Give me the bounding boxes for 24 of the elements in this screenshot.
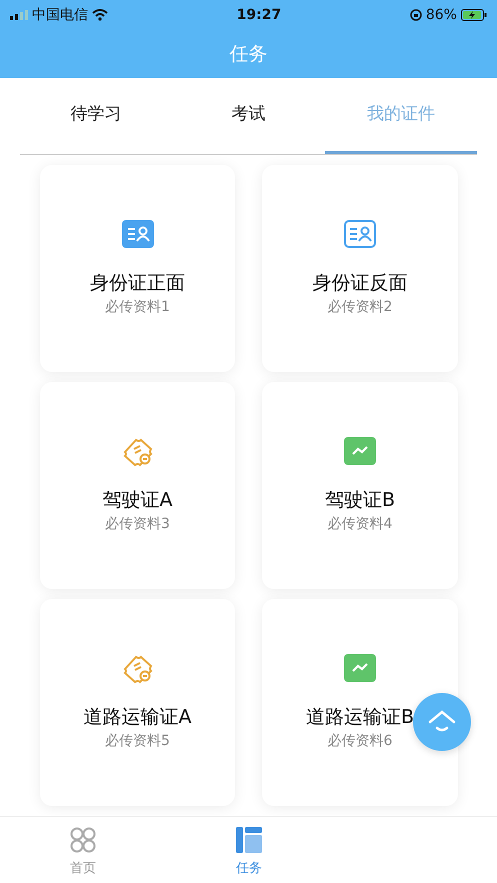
card-title: 身份证反面	[312, 272, 408, 295]
card-subtitle: 必传资料5	[105, 732, 170, 751]
card-subtitle: 必传资料1	[105, 298, 170, 317]
card-subtitle: 必传资料3	[105, 514, 170, 534]
card-subtitle: 必传资料2	[328, 298, 392, 317]
card-title: 驾驶证A	[102, 489, 172, 512]
battery-percent: 86%	[426, 6, 457, 24]
card-title: 身份证正面	[90, 272, 185, 295]
document-card[interactable]: 道路运输证B 必传资料6	[262, 599, 458, 806]
document-card[interactable]: 身份证正面 必传资料1	[40, 165, 235, 372]
card-title: 驾驶证B	[324, 489, 396, 512]
page-title: 任务	[230, 42, 268, 67]
card-title: 道路运输证B	[306, 706, 414, 729]
document-card[interactable]: 身份证反面 必传资料2	[262, 165, 458, 372]
document-card[interactable]: 驾驶证A 必传资料3	[40, 382, 235, 589]
document-card[interactable]: 道路运输证A 必传资料5	[40, 599, 235, 806]
carrier-name: 中国电信	[32, 6, 88, 24]
document-card[interactable]: 驾驶证B 必传资料4	[262, 382, 458, 589]
tab[interactable]: 待学习	[20, 78, 172, 154]
card-subtitle: 必传资料4	[328, 514, 392, 534]
tab[interactable]: 考试	[172, 78, 325, 154]
card-title: 道路运输证A	[84, 706, 192, 729]
status-time: 19:27	[236, 6, 282, 24]
card-subtitle: 必传资料6	[328, 732, 392, 751]
